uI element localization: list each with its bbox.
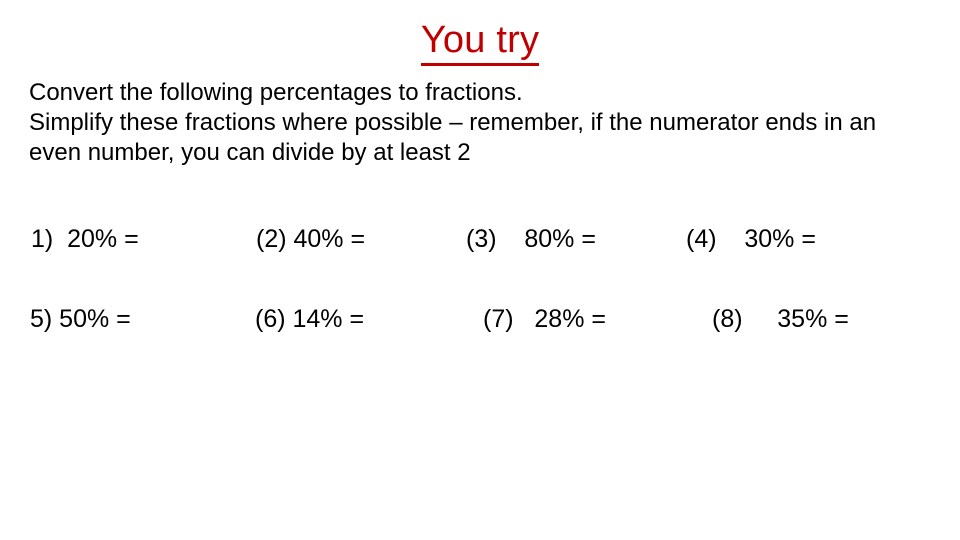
question-item-2: (2) 40% =: [256, 225, 366, 253]
question-row-2: 5) 50% = (6) 14% = (7) 28% = (8) 35% =: [0, 302, 960, 346]
intro-text-block: Convert the following percentages to fra…: [29, 78, 909, 168]
intro-line-1: Convert the following percentages to fra…: [29, 79, 523, 106]
question-item-8: (8) 35% =: [712, 305, 849, 333]
question-row-1: 1) 20% = (2) 40% = (3) 80% = (4) 30% =: [0, 222, 960, 266]
question-item-6: (6) 14% =: [255, 305, 365, 333]
page-title: You try: [0, 18, 960, 66]
page-title-text: You try: [420, 18, 540, 66]
intro-line-2: Simplify these fractions where possible …: [29, 109, 877, 166]
question-item-1: 1) 20% =: [31, 225, 139, 253]
question-item-4: (4) 30% =: [686, 225, 816, 253]
question-item-5: 5) 50% =: [30, 305, 131, 333]
question-item-3: (3) 80% =: [466, 225, 596, 253]
question-item-7: (7) 28% =: [483, 305, 606, 333]
slide-canvas: You try Convert the following percentage…: [0, 0, 960, 540]
questions-grid: 1) 20% = (2) 40% = (3) 80% = (4) 30% = 5…: [0, 222, 960, 362]
